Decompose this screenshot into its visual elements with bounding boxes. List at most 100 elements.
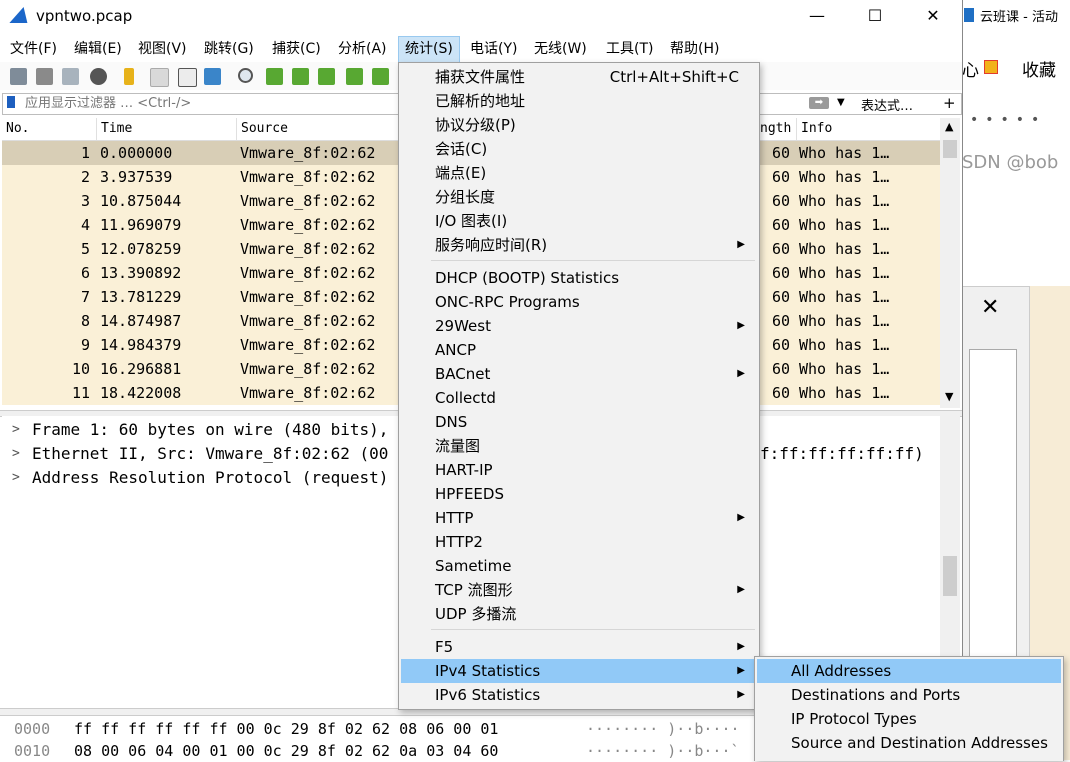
go-forward-icon[interactable]	[292, 68, 309, 85]
column-no[interactable]: No.	[2, 118, 94, 140]
capture-options-icon[interactable]	[90, 68, 107, 85]
menu-item-label: 分组长度	[435, 188, 496, 206]
menu-item-bacnet[interactable]: BACnet ▶	[401, 362, 757, 386]
bytes-ascii[interactable]: ········ )··b···`	[586, 740, 740, 762]
menu-item-label: BACnet	[435, 365, 491, 383]
menu-item-tcp-stream-graphs[interactable]: TCP 流图形 ▶	[401, 578, 757, 602]
column-source[interactable]: Source	[236, 118, 401, 140]
bookmark-icon[interactable]	[7, 96, 15, 108]
chevron-right-icon[interactable]: >	[12, 418, 20, 442]
column-time[interactable]: Time	[96, 118, 233, 140]
menu-telephony[interactable]: 电话(Y)	[464, 36, 523, 62]
packet-no: 4	[80, 216, 90, 234]
menu-item-http[interactable]: HTTP ▶	[401, 506, 757, 530]
menu-item-capture-file-properties[interactable]: 捕获文件属性 Ctrl+Alt+Shift+C	[401, 65, 757, 89]
menu-item-resolved-addresses[interactable]: 已解析的地址	[401, 89, 757, 113]
chevron-down-icon[interactable]: ▼	[837, 97, 845, 108]
menu-item-service-response-time[interactable]: 服务响应时间(R) ▶	[401, 233, 757, 257]
expression-button[interactable]: 表达式…	[861, 95, 913, 114]
go-to-packet-icon[interactable]	[318, 68, 335, 85]
find-packet-icon[interactable]	[238, 68, 253, 83]
menu-item-29west[interactable]: 29West ▶	[401, 314, 757, 338]
watermark-text: SDN @bob	[962, 152, 1059, 173]
go-last-packet-icon[interactable]	[372, 68, 389, 85]
bytes-offset: 0000	[14, 720, 51, 738]
menu-item-sametime[interactable]: Sametime	[401, 554, 757, 578]
menu-item-onc-rpc-programs[interactable]: ONC-RPC Programs	[401, 290, 757, 314]
close-icon[interactable]: ✕	[981, 295, 999, 320]
menu-item-protocol-hierarchy[interactable]: 协议分级(P)	[401, 113, 757, 137]
menu-item-http2[interactable]: HTTP2	[401, 530, 757, 554]
menu-capture[interactable]: 捕获(C)	[266, 36, 327, 62]
menu-item-all-addresses[interactable]: All Addresses	[757, 659, 1061, 683]
favorite-link[interactable]: 收藏	[1022, 56, 1056, 81]
start-capture-icon[interactable]	[10, 68, 27, 85]
close-file-icon[interactable]	[178, 68, 197, 87]
chevron-right-icon[interactable]: >	[12, 442, 20, 466]
menu-item-dns[interactable]: DNS	[401, 410, 757, 434]
stop-capture-icon[interactable]	[36, 68, 53, 85]
menu-edit[interactable]: 编辑(E)	[68, 36, 128, 62]
menu-item-destinations-and-ports[interactable]: Destinations and Ports	[757, 683, 1061, 707]
menu-item-label: IP Protocol Types	[791, 710, 917, 728]
menu-item-endpoints[interactable]: 端点(E)	[401, 161, 757, 185]
bytes-ascii[interactable]: ········ )··b····	[586, 718, 740, 740]
bytes-offset: 0010	[14, 742, 51, 760]
menu-item-flow-graph[interactable]: 流量图	[401, 434, 757, 458]
menu-item-ipv6-statistics[interactable]: IPv6 Statistics ▶	[401, 683, 757, 707]
menu-item-ipv4-statistics[interactable]: IPv4 Statistics ▶	[401, 659, 757, 683]
apply-filter-arrow-icon[interactable]: ➡	[809, 97, 829, 109]
packet-source: Vmware_8f:02:62	[240, 144, 376, 162]
chevron-right-icon[interactable]: >	[12, 466, 20, 490]
menu-item-collectd[interactable]: Collectd	[401, 386, 757, 410]
chevron-down-icon[interactable]: ▼	[945, 390, 953, 403]
add-filter-button[interactable]: +	[943, 94, 956, 112]
menu-item-hart-ip[interactable]: HART-IP	[401, 458, 757, 482]
menu-item-ancp[interactable]: ANCP	[401, 338, 757, 362]
chevron-up-icon[interactable]: ▲	[945, 120, 953, 133]
menu-item-hpfeeds[interactable]: HPFEEDS	[401, 482, 757, 506]
menu-analyze[interactable]: 分析(A)	[332, 36, 393, 62]
scrollbar-thumb[interactable]	[943, 140, 957, 158]
column-info[interactable]: Info	[796, 118, 941, 140]
scrollbar-thumb[interactable]	[943, 556, 957, 596]
menu-item-conversations[interactable]: 会话(C)	[401, 137, 757, 161]
restart-capture-icon[interactable]	[62, 68, 79, 85]
menu-go[interactable]: 跳转(G)	[198, 36, 260, 62]
save-file-icon[interactable]	[150, 68, 169, 87]
menu-item-ip-protocol-types[interactable]: IP Protocol Types	[757, 707, 1061, 731]
menu-tools[interactable]: 工具(T)	[600, 36, 659, 62]
submenu-arrow-icon: ▶	[737, 368, 745, 379]
menu-view[interactable]: 视图(V)	[132, 36, 193, 62]
menu-item-packet-lengths[interactable]: 分组长度	[401, 185, 757, 209]
menu-item-label: DHCP (BOOTP) Statistics	[435, 269, 620, 287]
column-length[interactable]: ngth	[756, 118, 796, 140]
menu-item-source-and-destination-addresses[interactable]: Source and Destination Addresses	[757, 731, 1061, 755]
menu-file[interactable]: 文件(F)	[4, 36, 63, 62]
menu-item-io-graph[interactable]: I/O 图表(I)	[401, 209, 757, 233]
menu-statistics[interactable]: 统计(S)	[398, 36, 460, 64]
maximize-button[interactable]: ☐	[846, 0, 904, 32]
menu-wireless[interactable]: 无线(W)	[528, 36, 593, 62]
packet-length: 60	[772, 360, 791, 378]
bytes-hex[interactable]: 08 00 06 04 00 01 00 0c 29 8f 02 62 0a 0…	[74, 740, 498, 762]
menu-help[interactable]: 帮助(H)	[664, 36, 725, 62]
packet-info: Who has 1…	[799, 216, 890, 234]
packet-no: 11	[71, 384, 90, 402]
open-file-icon[interactable]	[124, 68, 134, 85]
packet-time: 0.000000	[100, 144, 173, 162]
reload-file-icon[interactable]	[204, 68, 221, 85]
menu-item-udp-multicast-streams[interactable]: UDP 多播流	[401, 602, 757, 626]
minimize-button[interactable]: —	[788, 0, 846, 32]
close-button[interactable]: ✕	[904, 0, 962, 32]
packet-list-scrollbar[interactable]: ▲ ▼	[940, 118, 960, 408]
menu-item-f5[interactable]: F5 ▶	[401, 635, 757, 659]
bytes-hex[interactable]: ff ff ff ff ff ff 00 0c 29 8f 02 62 08 0…	[74, 718, 498, 740]
packet-info: Who has 1…	[799, 312, 890, 330]
packet-time: 3.937539	[100, 168, 173, 186]
go-first-packet-icon[interactable]	[346, 68, 363, 85]
menu-item-label: I/O 图表(I)	[435, 212, 508, 230]
go-back-icon[interactable]	[266, 68, 283, 85]
detail-text: Ethernet II, Src: Vmware_8f:02:62 (00	[32, 444, 389, 463]
menu-item-dhcp-statistics[interactable]: DHCP (BOOTP) Statistics	[401, 266, 757, 290]
